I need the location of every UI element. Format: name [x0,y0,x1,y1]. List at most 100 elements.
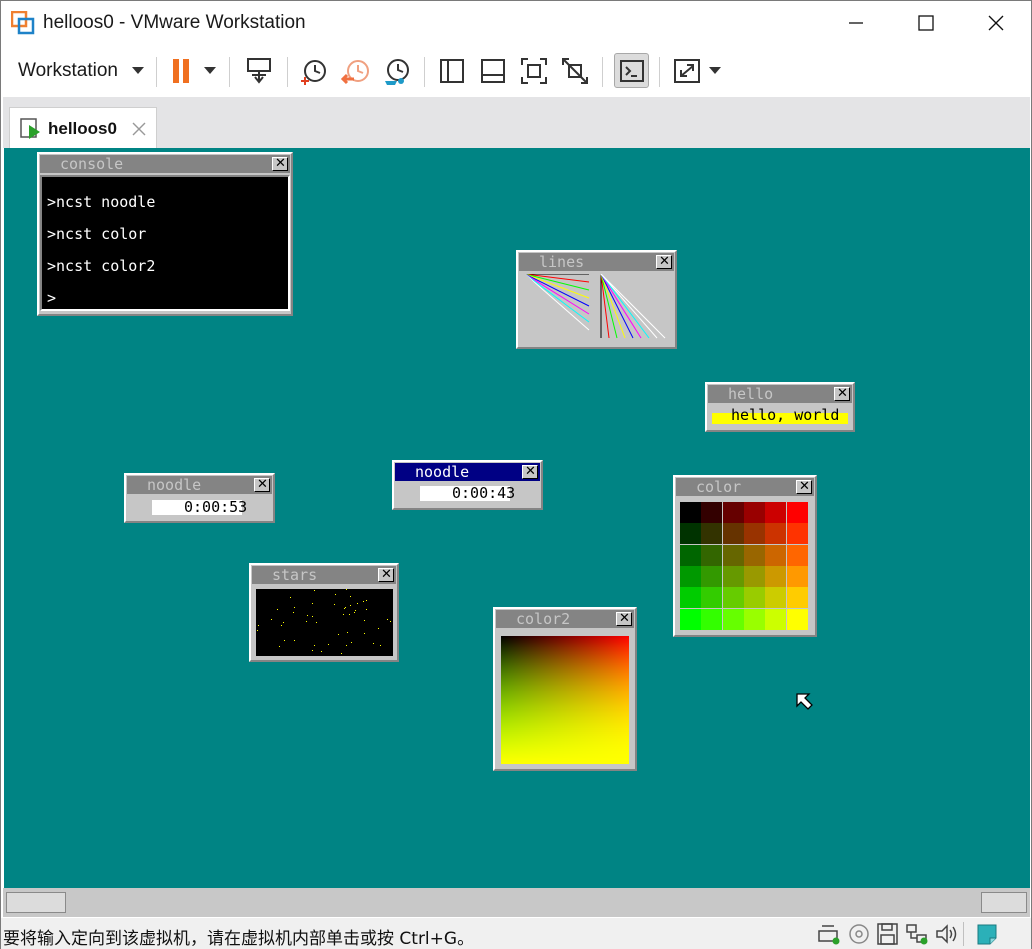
star-dot [364,633,365,634]
star-dot [355,610,356,611]
floppy-icon[interactable] [876,923,900,945]
chevron-down-icon[interactable] [709,67,721,75]
library-view-icon[interactable] [436,55,468,87]
unity-icon[interactable] [559,55,591,87]
palette-cell [680,502,701,523]
guest-window-noodle[interactable]: noodle ✕ 0:00:53 [124,473,275,523]
toolbar-separator [602,57,603,87]
star-dot [281,625,282,626]
palette-cell [701,523,723,545]
close-button[interactable]: ✕ [522,464,538,479]
close-icon [988,15,1004,31]
star-dot [314,645,315,646]
sound-icon[interactable] [934,923,958,945]
palette-cell [743,587,765,609]
star-dot [346,645,347,646]
send-ctrl-alt-del-icon[interactable] [243,55,275,87]
toolbar-separator [287,57,288,87]
window-titlebar[interactable]: lines ✕ [519,253,674,271]
palette-cell [765,587,787,609]
window-titlebar[interactable]: stars ✕ [252,566,396,584]
close-button[interactable]: ✕ [616,611,632,626]
snapshot-take-icon[interactable] [298,55,330,87]
star-dot [347,632,348,633]
maximize-button[interactable] [903,1,949,45]
snapshot-revert-icon[interactable] [340,55,372,87]
palette-cell [701,587,723,609]
palette-cell [680,587,701,609]
stars-canvas [256,589,393,656]
star-dot [312,603,313,604]
color-palette-grid [680,502,808,630]
thumbnail-bar-icon[interactable] [477,55,509,87]
window-titlebar[interactable]: noodle ✕ [395,463,540,481]
workstation-menu[interactable]: Workstation [18,60,118,82]
guest-window-noodle-active[interactable]: noodle ✕ 0:00:43 [392,460,543,510]
vm-display[interactable]: console ✕ >ncst noodle >ncst color >ncst… [4,148,1030,888]
network-icon[interactable] [905,923,929,945]
close-button[interactable]: ✕ [796,479,812,494]
star-dot [294,607,295,608]
vmware-window: helloos0 - VMware Workstation Workstatio… [0,0,1032,949]
close-button[interactable]: ✕ [656,254,672,269]
star-dot [294,640,295,641]
guest-window-color2[interactable]: color2 ✕ [493,607,637,771]
close-button[interactable] [973,1,1019,45]
scrollbar-thumb[interactable] [6,892,66,913]
toolbar: Workstation [1,45,1031,97]
guest-window-color[interactable]: color ✕ [673,475,817,637]
window-title: color [696,478,742,496]
window-title: noodle [147,476,202,494]
window-titlebar[interactable]: color ✕ [676,478,814,496]
window-titlebar[interactable]: console ✕ [40,155,290,173]
maximize-icon [918,15,934,31]
horizontal-scrollbar[interactable] [3,888,1030,917]
full-screen-icon[interactable] [518,55,550,87]
star-dot [271,619,272,620]
guest-window-stars[interactable]: stars ✕ [249,563,399,662]
stretch-guest-icon[interactable] [671,55,703,87]
chevron-down-icon[interactable] [204,67,216,75]
palette-cell [722,523,744,545]
guest-window-hello[interactable]: hello ✕ hello, world [705,382,855,432]
close-button[interactable]: ✕ [378,567,394,582]
tab-close-icon[interactable] [132,122,146,136]
message-icon[interactable] [975,923,999,945]
cd-rom-icon[interactable] [847,923,871,945]
palette-cell [743,608,765,630]
window-titlebar[interactable]: color2 ✕ [496,610,634,628]
chevron-down-icon[interactable] [132,67,144,75]
palette-cell [722,608,744,630]
star-dot [293,612,294,613]
minimize-icon [849,22,863,24]
palette-cell [680,523,701,545]
close-button[interactable]: ✕ [272,156,288,171]
tab-strip: helloos0 [3,97,1030,148]
star-dot [321,651,322,652]
guest-window-lines[interactable]: lines ✕ [516,250,677,349]
star-dot [258,625,259,626]
window-titlebar[interactable]: noodle ✕ [127,476,272,494]
hard-disk-icon[interactable] [817,923,841,945]
tab-helloos0[interactable]: helloos0 [9,107,157,148]
console-view-icon[interactable] [616,55,648,87]
guest-window-console[interactable]: console ✕ >ncst noodle >ncst color >ncst… [37,152,293,316]
window-titlebar[interactable]: hello ✕ [708,385,852,403]
star-dot [279,646,280,647]
close-button[interactable]: ✕ [254,477,270,492]
star-dot [345,607,346,608]
console-output[interactable]: >ncst noodle >ncst color >ncst color2 > [40,175,290,311]
minimize-button[interactable] [833,1,879,45]
close-button[interactable]: ✕ [834,386,850,401]
palette-cell [701,608,723,630]
snapshot-manager-icon[interactable] [381,55,413,87]
star-dot [328,644,329,645]
palette-cell [765,523,787,545]
close-icon: ✕ [257,477,268,492]
star-dot [341,653,342,654]
window-title: hello [728,385,774,403]
star-dot [334,604,335,605]
pause-icon[interactable] [167,55,199,87]
star-dot [307,615,308,616]
close-icon: ✕ [525,464,536,479]
